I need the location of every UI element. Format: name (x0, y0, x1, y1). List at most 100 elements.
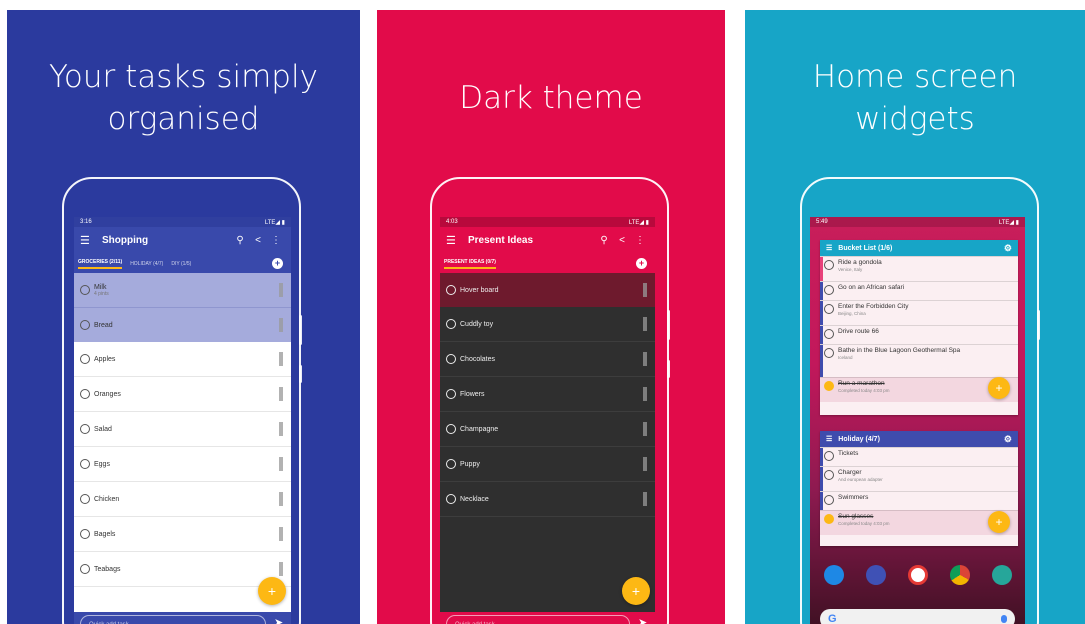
task-row[interactable]: Bread (74, 308, 291, 342)
drag-handle[interactable] (279, 457, 283, 471)
add-task-button[interactable]: + (258, 577, 286, 605)
share-icon[interactable]: < (249, 235, 267, 246)
task-row[interactable]: Oranges (74, 377, 291, 412)
widget-task[interactable]: Drive route 66 (820, 325, 1018, 344)
task-row[interactable]: Teabags (74, 552, 291, 587)
chrome-app-icon[interactable] (950, 565, 970, 585)
task-row[interactable]: Hover board (440, 273, 655, 307)
task-checkbox[interactable] (80, 285, 90, 295)
drag-handle[interactable] (643, 387, 647, 401)
add-task-button[interactable]: + (622, 577, 650, 605)
quick-add-input[interactable]: Quick add task... (80, 615, 266, 624)
menu-icon[interactable]: ☰ (446, 234, 468, 247)
gear-icon[interactable]: ⚙ (1004, 243, 1012, 254)
task-checkbox[interactable] (824, 514, 834, 524)
task-checkbox[interactable] (446, 424, 456, 434)
google-search-bar[interactable]: G (820, 609, 1015, 624)
task-row[interactable]: Necklace (440, 482, 655, 517)
task-checkbox[interactable] (824, 381, 834, 391)
share-icon[interactable]: < (613, 235, 631, 246)
task-checkbox[interactable] (446, 319, 456, 329)
add-list-icon[interactable]: + (272, 258, 283, 269)
drag-handle[interactable] (643, 317, 647, 331)
drag-handle[interactable] (279, 283, 283, 297)
phone-app-icon[interactable] (824, 565, 844, 585)
messages-app-icon[interactable] (866, 565, 886, 585)
task-checkbox[interactable] (446, 285, 456, 295)
task-checkbox[interactable] (80, 529, 90, 539)
add-list-icon[interactable]: + (636, 258, 647, 269)
search-icon[interactable]: ⚲ (595, 235, 613, 246)
task-checkbox[interactable] (824, 260, 834, 270)
task-row[interactable]: Champagne (440, 412, 655, 447)
drag-handle[interactable] (279, 387, 283, 401)
more-icon[interactable]: ⋮ (267, 235, 285, 246)
task-checkbox[interactable] (446, 459, 456, 469)
drag-handle[interactable] (643, 422, 647, 436)
task-checkbox[interactable] (824, 451, 834, 461)
task-row[interactable]: Chocolates (440, 342, 655, 377)
widget-task[interactable]: Charger And european adapter (820, 466, 1018, 491)
task-checkbox[interactable] (824, 329, 834, 339)
quick-add-input[interactable]: Quick add task... (446, 615, 630, 624)
task-checkbox[interactable] (824, 304, 834, 314)
gear-icon[interactable]: ⚙ (1004, 434, 1012, 445)
tab-groceries[interactable]: GROCERIES (2/11) (78, 259, 123, 269)
drag-handle[interactable] (279, 527, 283, 541)
widget-task[interactable]: Swimmers (820, 491, 1018, 510)
drag-handle[interactable] (279, 318, 283, 332)
task-checkbox[interactable] (80, 320, 90, 330)
widget-task[interactable]: Ride a gondola Venice, Italy (820, 256, 1018, 281)
mic-icon[interactable] (1001, 615, 1007, 623)
send-icon[interactable]: ➤ (274, 616, 283, 624)
drag-handle[interactable] (643, 352, 647, 366)
task-row[interactable]: Milk 4 pints (74, 273, 291, 308)
drag-handle[interactable] (279, 562, 283, 576)
widget-bucket-list[interactable]: ☰ Bucket List (1/6) ⚙ Ride a gondola Veni… (820, 240, 1018, 415)
task-checkbox[interactable] (80, 389, 90, 399)
send-icon[interactable]: ➤ (638, 616, 647, 624)
task-checkbox[interactable] (824, 470, 834, 480)
task-row[interactable]: Flowers (440, 377, 655, 412)
task-checkbox[interactable] (824, 348, 834, 358)
widget-holiday[interactable]: ☰ Holiday (4/7) ⚙ Tickets Charger And eur… (820, 431, 1018, 546)
drag-handle[interactable] (279, 422, 283, 436)
task-row[interactable]: Bagels (74, 517, 291, 552)
settings-app-icon[interactable] (992, 565, 1012, 585)
task-row[interactable]: Apples (74, 342, 291, 377)
tab-diy[interactable]: DIY (1/5) (171, 261, 191, 267)
widget-task[interactable]: Bathe in the Blue Lagoon Geothermal Spa I… (820, 344, 1018, 377)
task-row[interactable]: Chicken (74, 482, 291, 517)
widget-task[interactable]: Tickets (820, 447, 1018, 466)
widget-task[interactable]: Enter the Forbidden City Beijing, China (820, 300, 1018, 325)
widget-task[interactable]: Go on an African safari (820, 281, 1018, 300)
task-checkbox[interactable] (80, 424, 90, 434)
drag-handle[interactable] (279, 352, 283, 366)
add-task-button[interactable]: + (988, 511, 1010, 533)
tab-present-ideas[interactable]: PRESENT IDEAS (0/7) (444, 259, 496, 269)
task-checkbox[interactable] (824, 285, 834, 295)
task-row[interactable]: Eggs (74, 447, 291, 482)
task-checkbox[interactable] (80, 564, 90, 574)
task-checkbox[interactable] (80, 494, 90, 504)
add-task-button[interactable]: + (988, 377, 1010, 399)
drag-handle[interactable] (643, 283, 647, 297)
task-checkbox[interactable] (446, 389, 456, 399)
menu-icon[interactable]: ☰ (826, 435, 832, 443)
task-row[interactable]: Salad (74, 412, 291, 447)
menu-icon[interactable]: ☰ (826, 244, 832, 252)
menu-icon[interactable]: ☰ (80, 234, 102, 247)
drag-handle[interactable] (279, 492, 283, 506)
task-row[interactable]: Cuddly toy (440, 307, 655, 342)
tab-holiday[interactable]: HOLIDAY (4/7) (130, 261, 163, 267)
tasks-app-icon[interactable] (908, 565, 928, 585)
task-checkbox[interactable] (446, 354, 456, 364)
task-checkbox[interactable] (446, 494, 456, 504)
task-checkbox[interactable] (80, 459, 90, 469)
task-row[interactable]: Puppy (440, 447, 655, 482)
drag-handle[interactable] (643, 492, 647, 506)
drag-handle[interactable] (643, 457, 647, 471)
task-checkbox[interactable] (824, 495, 834, 505)
search-icon[interactable]: ⚲ (231, 235, 249, 246)
task-checkbox[interactable] (80, 354, 90, 364)
